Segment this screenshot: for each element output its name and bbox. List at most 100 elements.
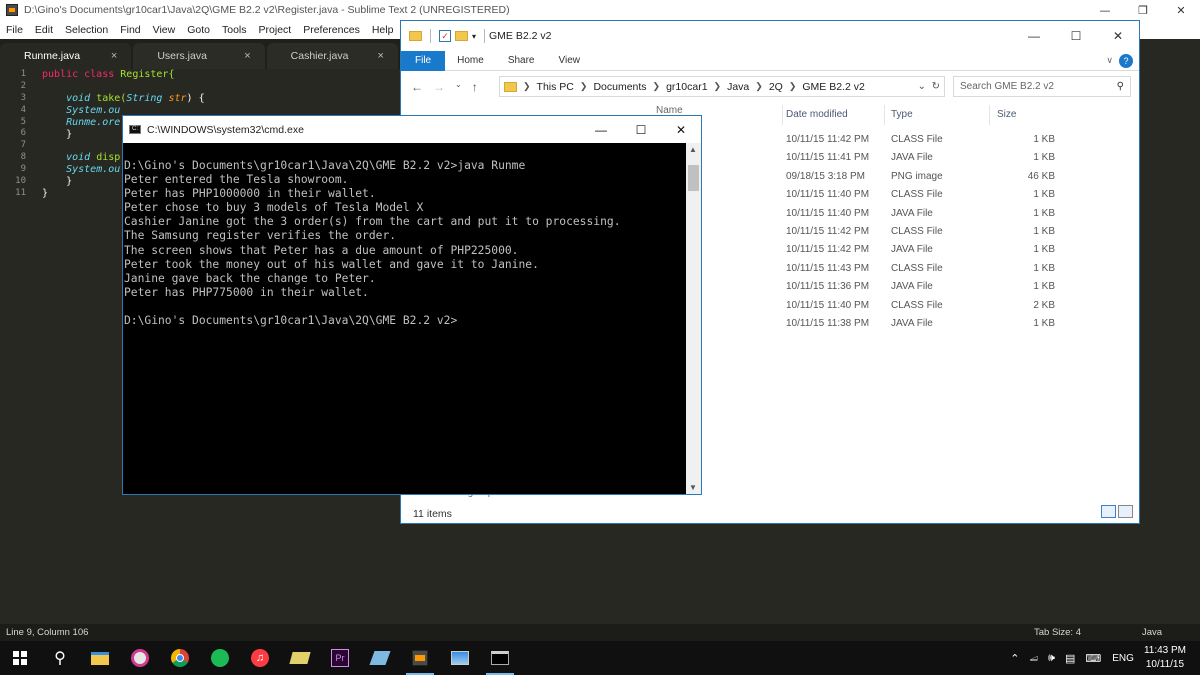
scrollbar[interactable]: ▲ ▼ xyxy=(686,143,701,494)
menu-file[interactable]: File xyxy=(0,24,29,36)
taskbar-photos[interactable] xyxy=(440,641,480,675)
up-arrow-icon[interactable]: ↑ xyxy=(472,80,478,94)
column-header-size[interactable]: Size xyxy=(997,109,1016,120)
minimize-icon[interactable]: — xyxy=(1086,0,1124,20)
menu-find[interactable]: Find xyxy=(114,24,146,36)
language-indicator[interactable]: ENG xyxy=(1112,653,1134,664)
chevron-down-icon[interactable]: ▾ xyxy=(472,32,476,41)
taskbar-folder[interactable] xyxy=(280,641,320,675)
new-folder-icon[interactable] xyxy=(455,31,468,41)
chevron-up-icon[interactable]: ⌃ xyxy=(1010,652,1019,665)
menu-view[interactable]: View xyxy=(147,24,182,36)
sublime-titlebar[interactable]: D:\Gino's Documents\gr10car1\Java\2Q\GME… xyxy=(0,0,1200,20)
restore-icon[interactable]: ❐ xyxy=(1124,0,1162,20)
search-icon[interactable]: ⚲ xyxy=(1117,81,1124,92)
chevron-right-icon[interactable]: ❯ xyxy=(653,81,661,92)
menu-project[interactable]: Project xyxy=(253,24,298,36)
console-output[interactable]: D:\Gino's Documents\gr10car1\Java\2Q\GME… xyxy=(123,143,687,494)
menu-goto[interactable]: Goto xyxy=(181,24,216,36)
taskbar-file-explorer[interactable] xyxy=(80,641,120,675)
expand-ribbon-icon[interactable]: ∨ xyxy=(1106,55,1113,66)
address-dropdown-refresh[interactable]: ⌄ ↻ xyxy=(918,81,940,92)
column-header-type[interactable]: Type xyxy=(891,109,913,120)
minimize-icon[interactable]: — xyxy=(1013,21,1055,51)
taskbar-itunes[interactable]: ♫ xyxy=(240,641,280,675)
file-row[interactable]: 10/11/15 11:42 PM CLASS File 1 KB xyxy=(786,131,1131,149)
column-header-date[interactable]: Date modified xyxy=(786,109,848,120)
tab-users[interactable]: Users.java × xyxy=(133,43,265,69)
file-row[interactable]: 10/11/15 11:40 PM CLASS File 1 KB xyxy=(786,186,1131,204)
close-icon[interactable]: ✕ xyxy=(1097,21,1139,51)
breadcrumb-2q[interactable]: 2Q xyxy=(769,81,783,93)
notifications-icon[interactable]: ▤ xyxy=(1065,652,1075,665)
large-icons-view-icon[interactable] xyxy=(1118,505,1133,518)
taskbar-premiere[interactable]: Pr xyxy=(320,641,360,675)
search-button[interactable]: ⚲ xyxy=(40,641,80,675)
maximize-icon[interactable]: ☐ xyxy=(621,116,661,143)
search-input[interactable]: Search GME B2.2 v2 ⚲ xyxy=(953,76,1131,97)
taskbar-spotify[interactable] xyxy=(200,641,240,675)
file-row[interactable]: 10/11/15 11:41 PM JAVA File 1 KB xyxy=(786,149,1131,167)
explorer-titlebar[interactable]: ✓ ▾ GME B2.2 v2 — ☐ ✕ xyxy=(401,21,1139,51)
address-bar[interactable]: ❯ This PC ❯ Documents ❯ gr10car1 ❯ Java … xyxy=(499,76,945,97)
close-icon[interactable]: ✕ xyxy=(1162,0,1200,20)
file-row[interactable]: 10/11/15 11:43 PM CLASS File 1 KB xyxy=(786,260,1131,278)
breadcrumb-documents[interactable]: Documents xyxy=(593,81,646,93)
taskbar-chrome[interactable] xyxy=(160,641,200,675)
ribbon-tab-file[interactable]: File xyxy=(401,50,446,71)
clock[interactable]: 11:43 PM 10/11/15 xyxy=(1144,644,1186,672)
breadcrumb-gme[interactable]: GME B2.2 v2 xyxy=(802,81,864,93)
recent-locations-icon[interactable]: ⌄ xyxy=(455,80,462,94)
column-divider[interactable] xyxy=(782,105,783,125)
syntax-selector[interactable]: Java xyxy=(1142,627,1162,638)
scroll-thumb[interactable] xyxy=(688,165,699,191)
menu-preferences[interactable]: Preferences xyxy=(297,24,366,36)
properties-icon[interactable]: ✓ xyxy=(439,30,451,42)
tab-close-icon[interactable]: × xyxy=(111,50,117,62)
wifi-icon[interactable]: ⧡ xyxy=(1029,652,1038,665)
chevron-right-icon[interactable]: ❯ xyxy=(789,81,797,92)
maximize-icon[interactable]: ☐ xyxy=(1055,21,1097,51)
file-row[interactable]: 10/11/15 11:42 PM JAVA File 1 KB xyxy=(786,241,1131,259)
menu-edit[interactable]: Edit xyxy=(29,24,59,36)
tab-cashier[interactable]: Cashier.java × xyxy=(266,43,398,69)
keyboard-icon[interactable]: ⌨ xyxy=(1085,652,1101,665)
ribbon-tab-share[interactable]: Share xyxy=(496,55,547,66)
cmd-titlebar[interactable]: C: C:\WINDOWS\system32\cmd.exe — ☐ ✕ xyxy=(123,116,701,143)
file-row[interactable]: 10/11/15 11:42 PM CLASS File 1 KB xyxy=(786,223,1131,241)
forward-arrow-icon[interactable]: → xyxy=(433,80,445,94)
file-row[interactable]: 10/11/15 11:40 PM JAVA File 1 KB xyxy=(786,205,1131,223)
taskbar-cmd[interactable] xyxy=(480,641,520,675)
breadcrumb-this-pc[interactable]: This PC xyxy=(537,81,574,93)
ribbon-tab-view[interactable]: View xyxy=(547,55,593,66)
file-row[interactable]: 09/18/15 3:18 PM PNG image 46 KB xyxy=(786,168,1131,186)
details-view-icon[interactable] xyxy=(1101,505,1116,518)
file-row[interactable]: 10/11/15 11:38 PM JAVA File 1 KB xyxy=(786,315,1131,333)
tab-close-icon[interactable]: × xyxy=(244,50,250,62)
scroll-up-icon[interactable]: ▲ xyxy=(689,145,697,154)
file-row[interactable]: 10/11/15 11:40 PM CLASS File 2 KB xyxy=(786,297,1131,315)
taskbar-paint[interactable] xyxy=(120,641,160,675)
menu-selection[interactable]: Selection xyxy=(59,24,114,36)
breadcrumb-gr10car1[interactable]: gr10car1 xyxy=(666,81,707,93)
tab-size-selector[interactable]: Tab Size: 4 xyxy=(1034,627,1081,638)
chevron-right-icon[interactable]: ❯ xyxy=(580,81,588,92)
scroll-down-icon[interactable]: ▼ xyxy=(689,483,697,492)
chevron-right-icon[interactable]: ❯ xyxy=(755,81,763,92)
chevron-right-icon[interactable]: ❯ xyxy=(523,81,531,92)
minimize-icon[interactable]: — xyxy=(581,116,621,143)
file-row[interactable]: 10/11/15 11:36 PM JAVA File 1 KB xyxy=(786,278,1131,296)
help-icon[interactable]: ? xyxy=(1119,54,1133,68)
breadcrumb-java[interactable]: Java xyxy=(727,81,749,93)
tab-close-icon[interactable]: × xyxy=(378,50,384,62)
taskbar-sublime[interactable] xyxy=(400,641,440,675)
close-icon[interactable]: ✕ xyxy=(661,116,701,143)
menu-tools[interactable]: Tools xyxy=(216,24,253,36)
chevron-right-icon[interactable]: ❯ xyxy=(714,81,722,92)
back-arrow-icon[interactable]: ← xyxy=(411,80,423,94)
tab-runme[interactable]: Runme.java × xyxy=(0,43,132,69)
ribbon-tab-home[interactable]: Home xyxy=(445,55,496,66)
taskbar-notepad[interactable] xyxy=(360,641,400,675)
volume-icon[interactable]: 🕪 xyxy=(1048,652,1055,665)
menu-help[interactable]: Help xyxy=(366,24,400,36)
